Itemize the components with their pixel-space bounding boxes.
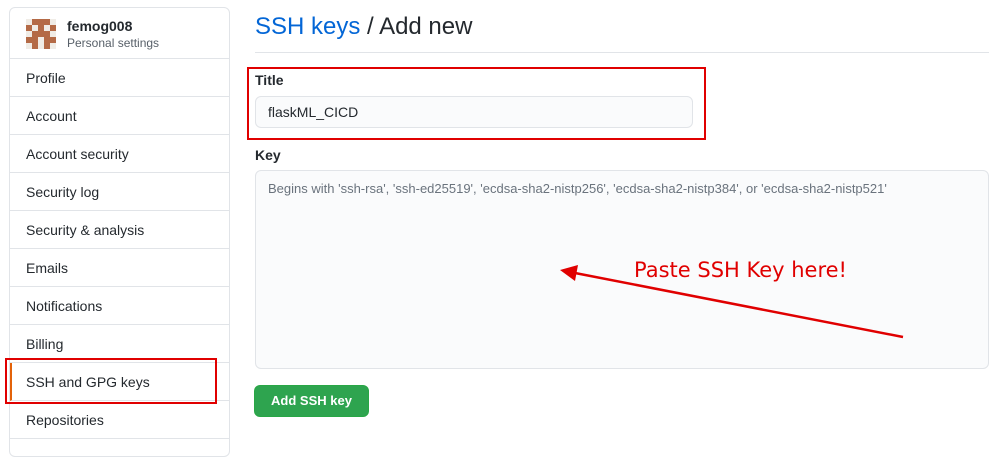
annotation-text: Paste SSH Key here! [634,258,847,282]
annotation-arrow [560,265,904,339]
